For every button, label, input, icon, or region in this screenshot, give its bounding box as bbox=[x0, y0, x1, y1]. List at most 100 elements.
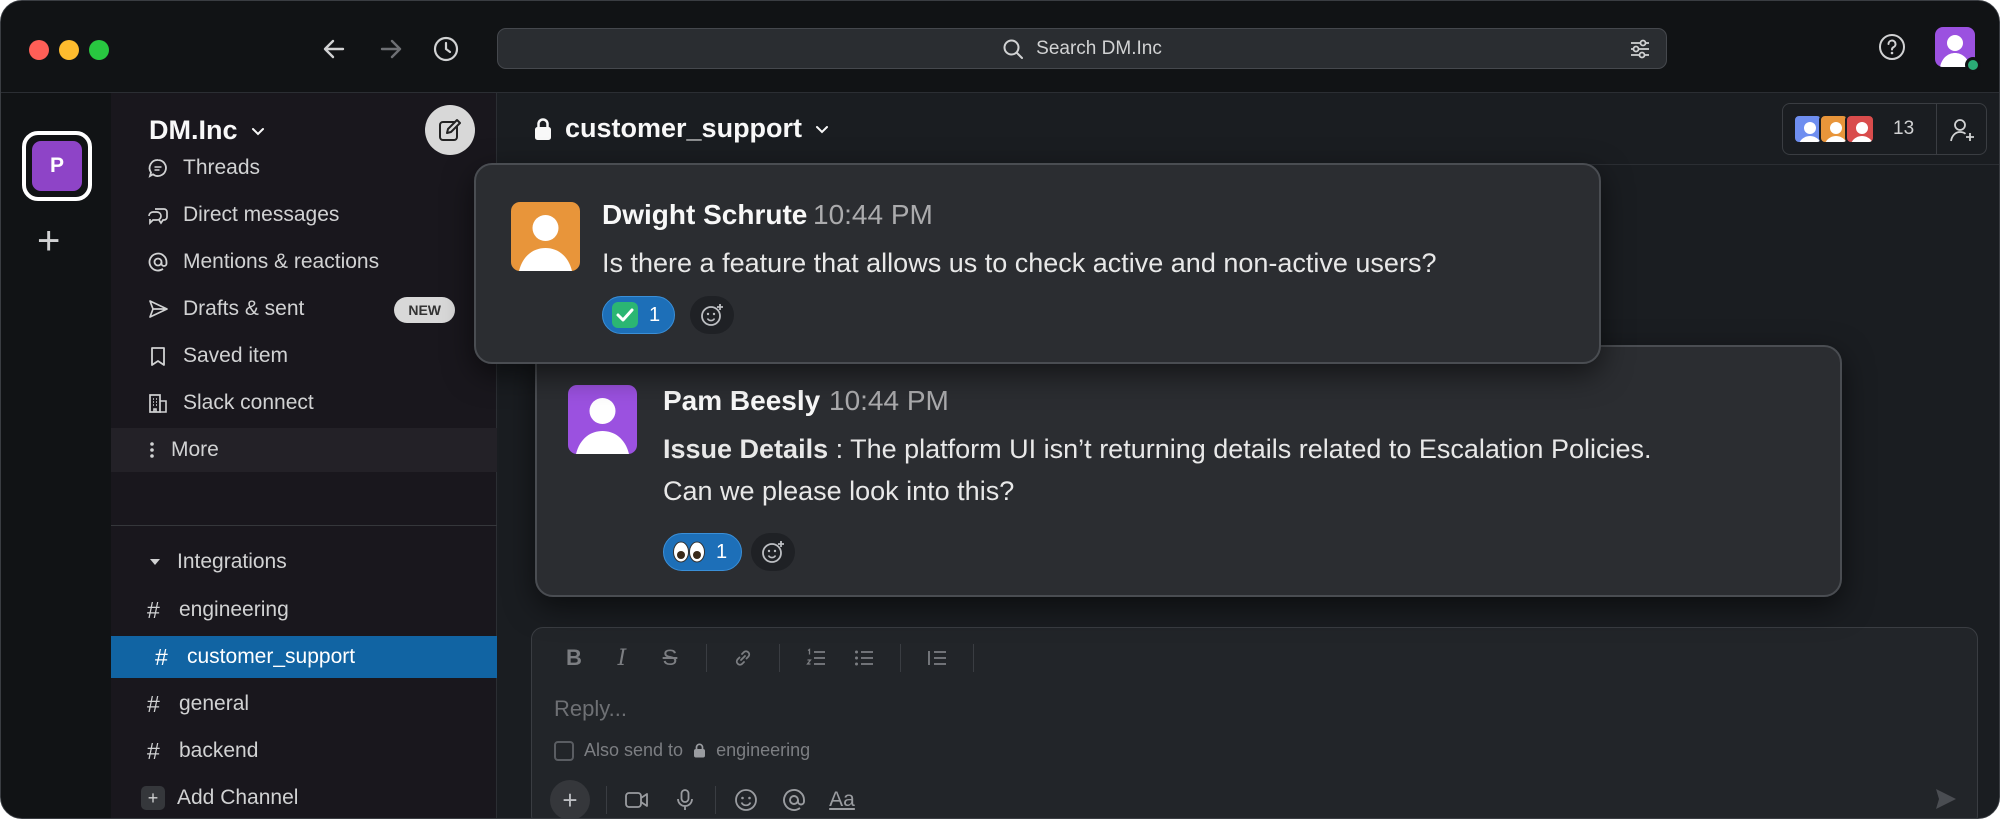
sidebar-item-label: Mentions & reactions bbox=[183, 250, 380, 273]
reaction-check[interactable]: 1 bbox=[602, 296, 676, 334]
blockquote-icon[interactable] bbox=[913, 638, 961, 678]
close-window-button[interactable] bbox=[29, 40, 49, 60]
strikethrough-icon[interactable]: S bbox=[646, 638, 694, 678]
workspace-switcher[interactable]: P bbox=[22, 131, 92, 201]
reaction-eyes[interactable]: 1 bbox=[663, 533, 743, 571]
chevron-down-icon[interactable] bbox=[814, 121, 830, 137]
reply-input[interactable]: Reply... bbox=[554, 696, 627, 722]
caret-down-icon bbox=[150, 559, 160, 565]
reaction-count: 1 bbox=[649, 303, 661, 326]
message-card[interactable]: Pam Beesly 10:44 PM Issue Details : The … bbox=[535, 345, 1842, 597]
hash-icon: # bbox=[147, 737, 160, 764]
channel-label: engineering bbox=[179, 598, 289, 621]
workspace-rail bbox=[1, 93, 111, 818]
add-member-icon[interactable] bbox=[1948, 116, 1976, 149]
sidebar-item-label: Threads bbox=[183, 156, 261, 179]
message-text: Issue Details : The platform UI isn’t re… bbox=[663, 428, 1652, 512]
message-card[interactable]: Dwight Schrute 10:44 PM Is there a featu… bbox=[474, 163, 1601, 364]
sidebar-item-channel-general[interactable]: # general bbox=[111, 683, 497, 725]
compose-icon bbox=[439, 119, 461, 141]
toolbar-divider bbox=[706, 644, 707, 672]
mention-icon[interactable] bbox=[770, 780, 818, 818]
author-name[interactable]: Pam Beesly bbox=[663, 385, 820, 417]
sidebar-item-channel-backend[interactable]: # backend bbox=[111, 730, 497, 772]
channel-header: customer_support bbox=[497, 93, 1999, 165]
sidebar-item-label: Slack connect bbox=[183, 391, 314, 414]
message-label: Issue Details bbox=[663, 434, 829, 464]
sidebar-item-mentions[interactable]: Mentions & reactions bbox=[111, 240, 497, 284]
section-integrations[interactable]: Integrations bbox=[147, 550, 287, 574]
emoji-icon[interactable] bbox=[722, 780, 770, 818]
sidebar-item-saved[interactable]: Saved item bbox=[111, 334, 497, 378]
sidebar-item-label: Saved item bbox=[183, 344, 289, 367]
history-clock-icon[interactable] bbox=[428, 31, 464, 67]
attach-plus-icon[interactable]: + bbox=[550, 780, 590, 818]
add-channel-label: Add Channel bbox=[177, 786, 299, 809]
message-time[interactable]: 10:44 PM bbox=[813, 199, 933, 231]
bulleted-list-icon[interactable] bbox=[840, 638, 888, 678]
hash-icon: # bbox=[147, 596, 160, 623]
member-count: 13 bbox=[1893, 118, 1915, 139]
also-send-checkbox[interactable] bbox=[554, 740, 574, 761]
sidebar-item-more[interactable]: More bbox=[111, 428, 497, 472]
sidebar-item-label: Drafts & sent bbox=[183, 297, 305, 320]
filter-sliders-icon[interactable] bbox=[1628, 37, 1652, 67]
eyes-emoji-icon bbox=[673, 541, 705, 563]
bold-icon[interactable]: B bbox=[550, 638, 598, 678]
hash-icon: # bbox=[147, 690, 160, 717]
ordered-list-icon[interactable] bbox=[792, 638, 840, 678]
zoom-window-button[interactable] bbox=[89, 40, 109, 60]
add-channel-button[interactable]: + Add Channel bbox=[111, 777, 497, 818]
sidebar-item-channel-customer-support[interactable]: # customer_support bbox=[111, 636, 497, 678]
also-send-option[interactable]: Also send to engineering bbox=[554, 740, 810, 761]
sidebar-item-channel-engineering[interactable]: # engineering bbox=[111, 589, 497, 631]
search-input[interactable]: Search DM.Inc bbox=[497, 28, 1667, 69]
add-reaction-icon[interactable] bbox=[751, 533, 795, 571]
toolbar-divider bbox=[779, 644, 780, 672]
sidebar-item-threads[interactable]: Threads bbox=[111, 146, 497, 190]
send-icon bbox=[147, 298, 169, 320]
sidebar-item-drafts[interactable]: Drafts & sent NEW bbox=[111, 287, 497, 331]
minimize-window-button[interactable] bbox=[59, 40, 79, 60]
also-send-label: Also send to bbox=[584, 740, 684, 760]
help-icon[interactable] bbox=[1877, 32, 1907, 67]
message-time[interactable]: 10:44 PM bbox=[829, 385, 949, 417]
new-badge: NEW bbox=[394, 297, 455, 323]
italic-icon[interactable]: I bbox=[598, 638, 646, 678]
members-button[interactable]: 13 bbox=[1782, 103, 1987, 155]
presence-dot bbox=[1965, 57, 1981, 73]
composer-tools: + Aa bbox=[550, 780, 866, 818]
forward-arrow-icon[interactable] bbox=[373, 31, 409, 67]
message-composer: B I S Reply... Also send to engineering … bbox=[531, 627, 1978, 818]
author-avatar[interactable] bbox=[511, 202, 580, 271]
sidebar-item-slack-connect[interactable]: Slack connect bbox=[111, 381, 497, 425]
channel-title[interactable]: customer_support bbox=[565, 113, 802, 144]
more-icon bbox=[147, 439, 157, 461]
workspace-name: DM.Inc bbox=[149, 115, 238, 145]
message-text: Is there a feature that allows us to che… bbox=[602, 248, 1437, 278]
author-avatar[interactable] bbox=[568, 385, 637, 454]
building-icon bbox=[147, 392, 169, 414]
add-reaction-icon[interactable] bbox=[690, 296, 734, 334]
text-format-icon[interactable]: Aa bbox=[818, 780, 866, 818]
search-label: Search DM.Inc bbox=[1036, 37, 1162, 59]
format-toolbar: B I S bbox=[532, 628, 1977, 688]
message-text-line: Can we please look into this? bbox=[663, 476, 1015, 506]
title-bar: Search DM.Inc bbox=[1, 1, 1999, 93]
video-icon[interactable] bbox=[613, 780, 661, 818]
plus-icon: + bbox=[141, 786, 165, 810]
text-format-label: Aa bbox=[829, 788, 855, 811]
channel-label: backend bbox=[179, 739, 259, 762]
author-name[interactable]: Dwight Schrute bbox=[602, 199, 807, 231]
bookmark-icon bbox=[147, 345, 169, 367]
add-workspace-icon[interactable]: + bbox=[37, 221, 60, 261]
send-icon[interactable] bbox=[1933, 786, 1959, 817]
hash-icon: # bbox=[155, 643, 168, 670]
sidebar-item-label: Direct messages bbox=[183, 203, 340, 226]
sidebar-item-direct-messages[interactable]: Direct messages bbox=[111, 193, 497, 237]
channel-label: general bbox=[179, 692, 250, 715]
microphone-icon[interactable] bbox=[661, 780, 709, 818]
back-arrow-icon[interactable] bbox=[316, 31, 352, 67]
workspace-menu[interactable]: DM.Inc bbox=[149, 115, 266, 146]
link-icon[interactable] bbox=[719, 638, 767, 678]
